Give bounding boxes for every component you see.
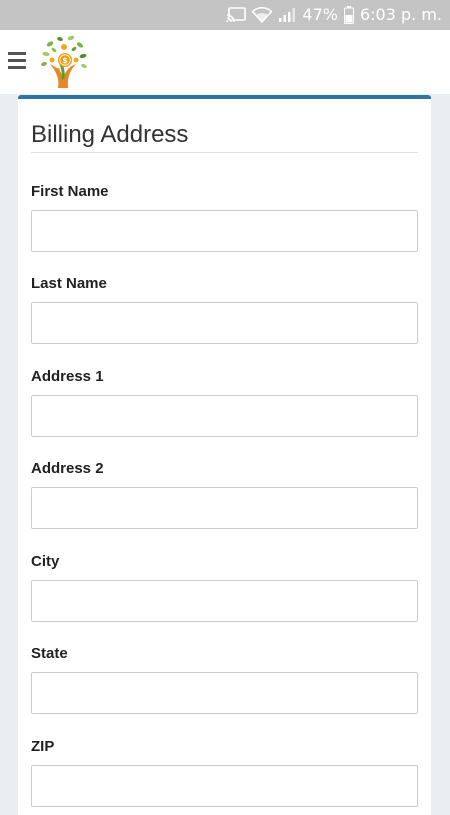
address-2-label: Address 2 <box>31 460 104 477</box>
address-1-input[interactable] <box>31 395 418 437</box>
address-2-input[interactable] <box>31 487 418 529</box>
last-name-input[interactable] <box>31 302 418 344</box>
status-bar: 47% 6:03 p. m. <box>0 0 450 30</box>
zip-input[interactable] <box>31 765 418 807</box>
status-icons: 47% 6:03 p. m. <box>226 5 442 25</box>
first-name-input[interactable] <box>31 210 418 252</box>
signal-icon <box>279 8 296 22</box>
cast-icon <box>226 7 247 23</box>
status-time: 6:03 p. m. <box>359 5 442 24</box>
app-header: $ <box>0 30 450 94</box>
svg-text:$: $ <box>62 56 68 65</box>
last-name-label: Last Name <box>31 275 107 292</box>
zip-label: ZIP <box>31 738 55 755</box>
card-title: Billing Address <box>31 121 189 148</box>
city-label: City <box>31 553 60 570</box>
title-divider <box>31 152 418 153</box>
battery-percent: 47% <box>302 5 338 24</box>
tree-logo[interactable]: $ <box>38 34 88 90</box>
city-input[interactable] <box>31 580 418 622</box>
billing-address-card: Billing Address First Name Last Name Add… <box>18 95 431 815</box>
hamburger-menu-icon[interactable] <box>8 50 28 72</box>
state-input[interactable] <box>31 672 418 714</box>
wifi-icon <box>252 7 273 23</box>
address-1-label: Address 1 <box>31 368 104 385</box>
battery-icon <box>343 6 354 24</box>
state-label: State <box>31 645 68 662</box>
first-name-label: First Name <box>31 183 109 200</box>
